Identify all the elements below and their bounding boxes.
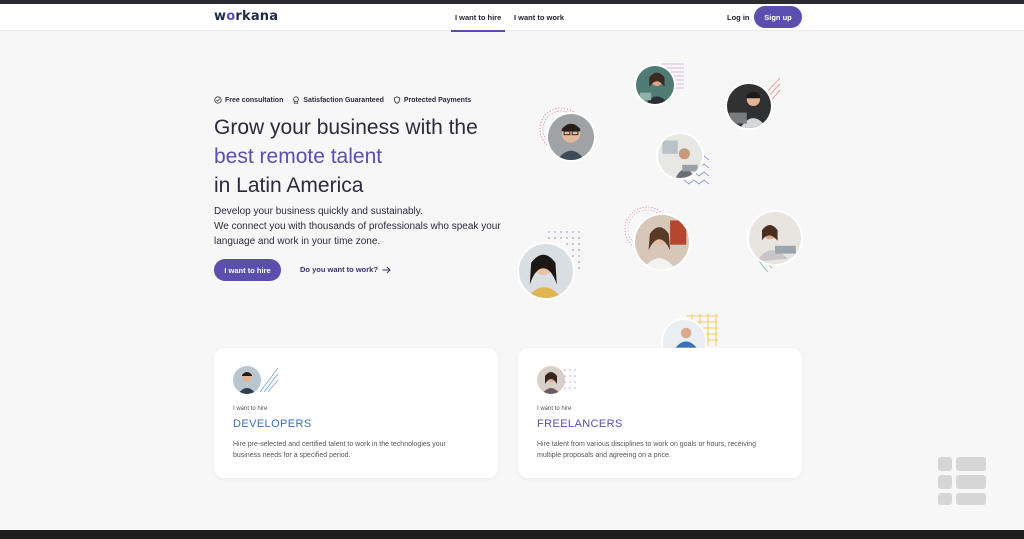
badge-protected-payments: Protected Payments — [393, 96, 471, 104]
hero-headline: Grow your business with the best remote … — [214, 116, 478, 197]
freelancer-avatar — [537, 366, 565, 394]
badge-free-consultation: Free consultation — [214, 96, 283, 104]
signup-button[interactable]: Sign up — [754, 6, 802, 28]
grid-logo-icon — [938, 457, 986, 505]
tab-i-want-to-hire[interactable]: I want to hire — [450, 13, 506, 32]
card-title[interactable]: FREELANCERS — [537, 418, 623, 430]
freelancer-avatar — [656, 132, 704, 180]
card-title[interactable]: DEVELOPERS — [233, 418, 312, 430]
check-circle-icon — [214, 96, 222, 104]
freelancer-avatar — [546, 112, 596, 162]
arrow-right-icon — [382, 266, 391, 273]
freelancer-avatar — [725, 82, 773, 130]
freelancer-avatar — [634, 64, 676, 106]
freelancer-avatar — [517, 242, 575, 300]
developer-avatar — [233, 366, 261, 394]
freelancer-avatar — [747, 210, 803, 266]
want-to-work-link[interactable]: Do you want to work? — [300, 265, 391, 274]
shield-icon — [393, 96, 401, 104]
trust-badges: Free consultation Satisfaction Guarantee… — [214, 96, 471, 104]
medal-icon — [293, 96, 300, 104]
tab-i-want-to-work[interactable]: I want to work — [514, 13, 564, 22]
taskbar — [0, 530, 1024, 539]
login-link[interactable]: Log in — [727, 13, 750, 22]
freelancers-card[interactable]: I want to hire FREELANCERS Hire talent f… — [518, 348, 802, 478]
decorative-stripes — [259, 367, 279, 393]
badge-satisfaction: Satisfaction Guaranteed — [292, 96, 384, 104]
navbar: workana I want to hire I want to work Lo… — [0, 4, 1024, 32]
decorative-dots — [564, 369, 576, 389]
hire-cta-button[interactable]: I want to hire — [214, 259, 281, 281]
developers-card[interactable]: I want to hire DEVELOPERS Hire pre-selec… — [214, 348, 498, 478]
freelancer-avatar — [633, 213, 691, 271]
hero-subtitle: Develop your business quickly and sustai… — [214, 206, 501, 247]
workana-logo[interactable]: workana — [214, 9, 278, 24]
